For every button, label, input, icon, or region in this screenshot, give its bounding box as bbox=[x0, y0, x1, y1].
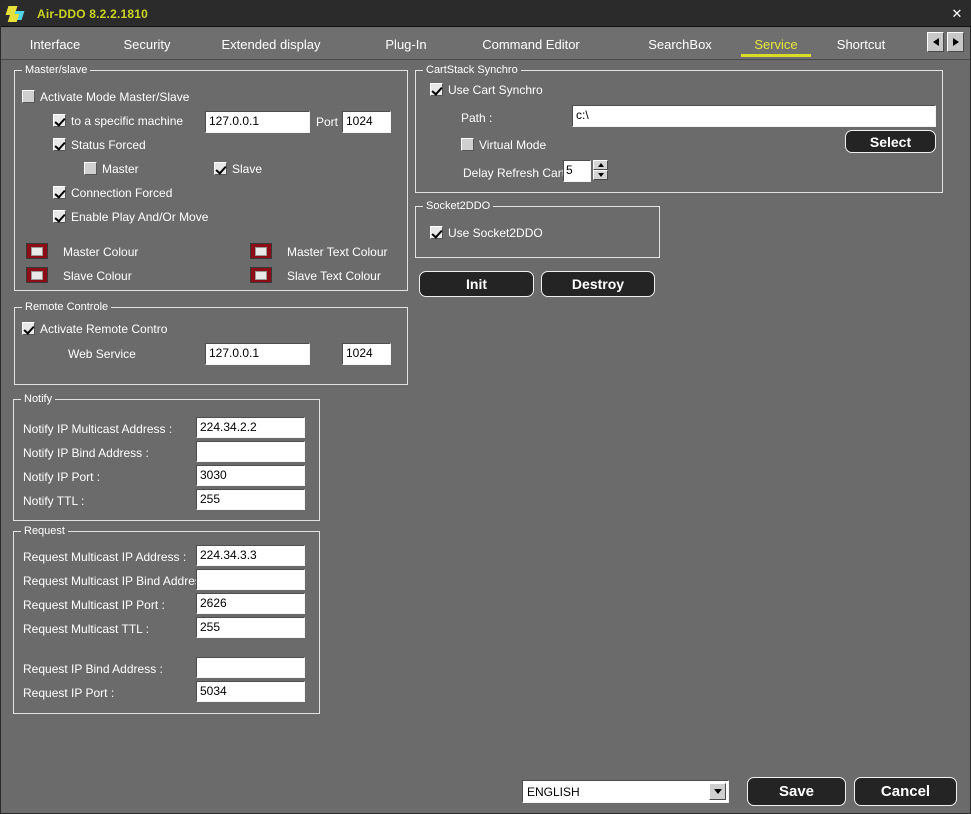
tab-interface[interactable]: Interface bbox=[15, 32, 95, 56]
request-multicast-ttl-input[interactable]: 255 bbox=[196, 617, 305, 638]
connection-forced-checkbox[interactable] bbox=[53, 186, 66, 199]
master-colour-label: Master Colour bbox=[63, 245, 139, 259]
status-forced-label: Status Forced bbox=[71, 138, 146, 152]
close-icon[interactable]: ✕ bbox=[946, 3, 968, 24]
request-multicast-bind-address-label: Request Multicast IP Bind Address : bbox=[23, 574, 214, 588]
request-multicast-port-input[interactable]: 2626 bbox=[196, 593, 305, 614]
tab-bar: Interface Security Extended display Plug… bbox=[1, 28, 970, 60]
tab-service[interactable]: Service bbox=[741, 32, 811, 57]
tab-shortcut[interactable]: Shortcut bbox=[825, 32, 897, 56]
master-text-colour-label: Master Text Colour bbox=[287, 245, 388, 259]
language-select[interactable]: ENGLISH bbox=[522, 780, 729, 803]
delay-refresh-cart-label: Delay Refresh Cart bbox=[463, 166, 566, 180]
request-legend: Request bbox=[21, 525, 68, 537]
web-service-label: Web Service bbox=[68, 347, 136, 361]
delay-refresh-cart-input[interactable]: 5 bbox=[563, 160, 591, 182]
master-colour-swatch[interactable] bbox=[26, 243, 48, 259]
connection-forced-label: Connection Forced bbox=[71, 186, 173, 200]
tab-searchbox[interactable]: SearchBox bbox=[633, 32, 727, 56]
tab-command-editor[interactable]: Command Editor bbox=[456, 32, 606, 56]
master-checkbox[interactable] bbox=[84, 162, 97, 175]
chevron-down-icon[interactable] bbox=[709, 783, 726, 800]
notify-multicast-address-label: Notify IP Multicast Address : bbox=[23, 422, 173, 436]
diamond-logo-icon bbox=[5, 3, 31, 25]
request-multicast-port-label: Request Multicast IP Port : bbox=[23, 598, 165, 612]
delay-refresh-cart-stepper[interactable]: 5 bbox=[563, 160, 608, 182]
master-text-colour-swatch[interactable] bbox=[250, 243, 272, 259]
notify-ttl-label: Notify TTL : bbox=[23, 494, 85, 508]
master-machine-address-input[interactable]: 127.0.0.1 bbox=[205, 111, 310, 133]
init-button[interactable]: Init bbox=[419, 271, 534, 297]
notify-multicast-address-input[interactable]: 224.34.2.2 bbox=[196, 417, 305, 438]
master-label: Master bbox=[102, 162, 139, 176]
notify-bind-address-input[interactable] bbox=[196, 441, 305, 462]
virtual-mode-label: Virtual Mode bbox=[479, 138, 547, 152]
tab-plug-in[interactable]: Plug-In bbox=[369, 32, 443, 56]
path-label: Path : bbox=[461, 111, 493, 125]
select-button[interactable]: Select bbox=[845, 130, 936, 153]
cancel-button[interactable]: Cancel bbox=[854, 777, 957, 806]
notify-legend: Notify bbox=[21, 393, 56, 405]
tab-nav-buttons bbox=[927, 32, 964, 52]
request-ip-port-input[interactable]: 5034 bbox=[196, 681, 305, 702]
request-multicast-address-label: Request Multicast IP Address : bbox=[23, 550, 187, 564]
arrow-right-icon[interactable] bbox=[947, 32, 964, 52]
slave-colour-swatch[interactable] bbox=[26, 267, 48, 283]
language-select-value: ENGLISH bbox=[527, 784, 580, 799]
use-socket2ddo-label: Use Socket2DDO bbox=[448, 226, 543, 240]
specific-machine-checkbox[interactable] bbox=[53, 114, 66, 127]
use-cart-synchro-label: Use Cart Synchro bbox=[448, 83, 543, 97]
tab-extended-display[interactable]: Extended display bbox=[200, 32, 342, 56]
slave-text-colour-swatch[interactable] bbox=[250, 267, 272, 283]
save-button[interactable]: Save bbox=[747, 777, 846, 806]
request-ip-bind-address-input[interactable] bbox=[196, 657, 305, 678]
slave-checkbox[interactable] bbox=[214, 162, 227, 175]
web-service-port-input[interactable]: 1024 bbox=[342, 343, 391, 365]
enable-play-move-checkbox[interactable] bbox=[53, 210, 66, 223]
notify-bind-address-label: Notify IP Bind Address : bbox=[23, 446, 149, 460]
master-slave-legend: Master/slave bbox=[22, 64, 91, 76]
master-port-input[interactable]: 1024 bbox=[342, 111, 391, 133]
socket2ddo-legend: Socket2DDO bbox=[423, 200, 494, 212]
remote-controle-legend: Remote Controle bbox=[22, 301, 112, 313]
notify-port-input[interactable]: 3030 bbox=[196, 465, 305, 486]
notify-port-label: Notify IP Port : bbox=[23, 470, 101, 484]
slave-text-colour-label: Slave Text Colour bbox=[287, 269, 381, 283]
status-forced-checkbox[interactable] bbox=[53, 138, 66, 151]
cartstack-synchro-legend: CartStack Synchro bbox=[423, 64, 521, 76]
arrow-left-icon[interactable] bbox=[927, 32, 944, 52]
virtual-mode-checkbox[interactable] bbox=[461, 138, 474, 151]
specific-machine-label: to a specific machine bbox=[71, 114, 184, 128]
tab-security[interactable]: Security bbox=[107, 32, 187, 56]
spinner-buttons bbox=[593, 160, 608, 182]
activate-master-slave-label: Activate Mode Master/Slave bbox=[40, 90, 190, 104]
title-bar: Air-DDO 8.2.2.1810 ✕ bbox=[1, 1, 971, 27]
enable-play-move-label: Enable Play And/Or Move bbox=[71, 210, 209, 224]
application-window: Air-DDO 8.2.2.1810 ✕ Interface Security … bbox=[0, 0, 971, 814]
request-multicast-ttl-label: Request Multicast TTL : bbox=[23, 622, 150, 636]
activate-master-slave-checkbox[interactable] bbox=[22, 90, 35, 103]
slave-label: Slave bbox=[232, 162, 263, 176]
use-socket2ddo-checkbox[interactable] bbox=[430, 226, 443, 239]
slave-colour-label: Slave Colour bbox=[63, 269, 132, 283]
notify-ttl-input[interactable]: 255 bbox=[196, 489, 305, 510]
destroy-button[interactable]: Destroy bbox=[541, 271, 655, 297]
web-service-address-input[interactable]: 127.0.0.1 bbox=[205, 343, 310, 365]
path-input[interactable]: c:\ bbox=[572, 105, 936, 127]
use-cart-synchro-checkbox[interactable] bbox=[430, 83, 443, 96]
request-ip-bind-address-label: Request IP Bind Address : bbox=[23, 662, 163, 676]
activate-remote-control-label: Activate Remote Contro bbox=[40, 322, 168, 336]
master-port-label: Port bbox=[316, 115, 339, 129]
request-ip-port-label: Request IP Port : bbox=[23, 686, 115, 700]
spinner-up-icon[interactable] bbox=[593, 160, 608, 170]
request-multicast-address-input[interactable]: 224.34.3.3 bbox=[196, 545, 305, 566]
app-title: Air-DDO 8.2.2.1810 bbox=[37, 6, 148, 21]
activate-remote-control-checkbox[interactable] bbox=[22, 322, 35, 335]
request-multicast-bind-address-input[interactable] bbox=[196, 569, 305, 590]
spinner-down-icon[interactable] bbox=[593, 170, 608, 180]
